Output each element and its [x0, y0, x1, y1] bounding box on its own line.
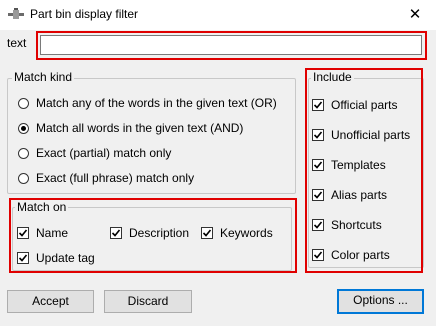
- window-title: Part bin display filter: [30, 7, 139, 21]
- checkbox-label: Description: [129, 226, 190, 240]
- checkbox-box[interactable]: [17, 227, 29, 239]
- radio-label: Exact (partial) match only: [36, 146, 172, 160]
- checkbox-update-tag[interactable]: Update tag: [17, 251, 95, 265]
- checkbox-label: Update tag: [36, 251, 95, 265]
- checkbox-templates[interactable]: Templates: [312, 158, 386, 172]
- close-icon[interactable]: ✕: [394, 0, 436, 30]
- checkbox-label: Keywords: [220, 226, 273, 240]
- checkbox-label: Color parts: [331, 248, 390, 262]
- text-label: text: [7, 36, 27, 50]
- checkbox-box[interactable]: [17, 252, 29, 264]
- checkbox-box[interactable]: [110, 227, 122, 239]
- checkbox-alias-parts[interactable]: Alias parts: [312, 188, 387, 202]
- options-button[interactable]: Options ...: [337, 289, 424, 314]
- text-highlight: [36, 31, 427, 60]
- checkbox-box[interactable]: [201, 227, 213, 239]
- checkbox-box[interactable]: [312, 159, 324, 171]
- checkbox-box[interactable]: [312, 189, 324, 201]
- title-bar: Part bin display filter ✕: [0, 0, 436, 30]
- checkbox-unofficial-parts[interactable]: Unofficial parts: [312, 128, 410, 142]
- checkbox-label: Name: [36, 226, 69, 240]
- accept-button[interactable]: Accept: [7, 290, 94, 313]
- checkbox-color-parts[interactable]: Color parts: [312, 248, 390, 262]
- radio-label: Match all words in the given text (AND): [36, 121, 244, 135]
- checkbox-name[interactable]: Name: [17, 226, 68, 240]
- app-icon: [8, 8, 24, 22]
- radio-match-any[interactable]: Match any of the words in the given text…: [18, 96, 277, 110]
- discard-button[interactable]: Discard: [104, 290, 192, 313]
- match-kind-legend: Match kind: [12, 70, 75, 84]
- checkbox-box[interactable]: [312, 219, 324, 231]
- checkbox-label: Unofficial parts: [331, 128, 411, 142]
- checkbox-label: Official parts: [331, 98, 398, 112]
- radio-indicator[interactable]: [18, 147, 29, 159]
- radio-exact-full[interactable]: Exact (full phrase) match only: [18, 171, 194, 185]
- checkbox-box[interactable]: [312, 249, 324, 261]
- radio-exact-partial[interactable]: Exact (partial) match only: [18, 146, 171, 160]
- radio-indicator[interactable]: [18, 97, 29, 109]
- checkbox-shortcuts[interactable]: Shortcuts: [312, 218, 382, 232]
- checkbox-label: Shortcuts: [331, 218, 382, 232]
- checkbox-box[interactable]: [312, 99, 324, 111]
- radio-label: Exact (full phrase) match only: [36, 171, 195, 185]
- checkbox-label: Templates: [331, 158, 386, 172]
- checkbox-keywords[interactable]: Keywords: [201, 226, 273, 240]
- radio-match-all[interactable]: Match all words in the given text (AND): [18, 121, 243, 135]
- checkbox-box[interactable]: [312, 129, 324, 141]
- radio-indicator[interactable]: [18, 122, 29, 134]
- checkbox-label: Alias parts: [331, 188, 388, 202]
- checkbox-description[interactable]: Description: [110, 226, 189, 240]
- radio-label: Match any of the words in the given text…: [36, 96, 277, 110]
- checkbox-official-parts[interactable]: Official parts: [312, 98, 397, 112]
- radio-indicator[interactable]: [18, 172, 29, 184]
